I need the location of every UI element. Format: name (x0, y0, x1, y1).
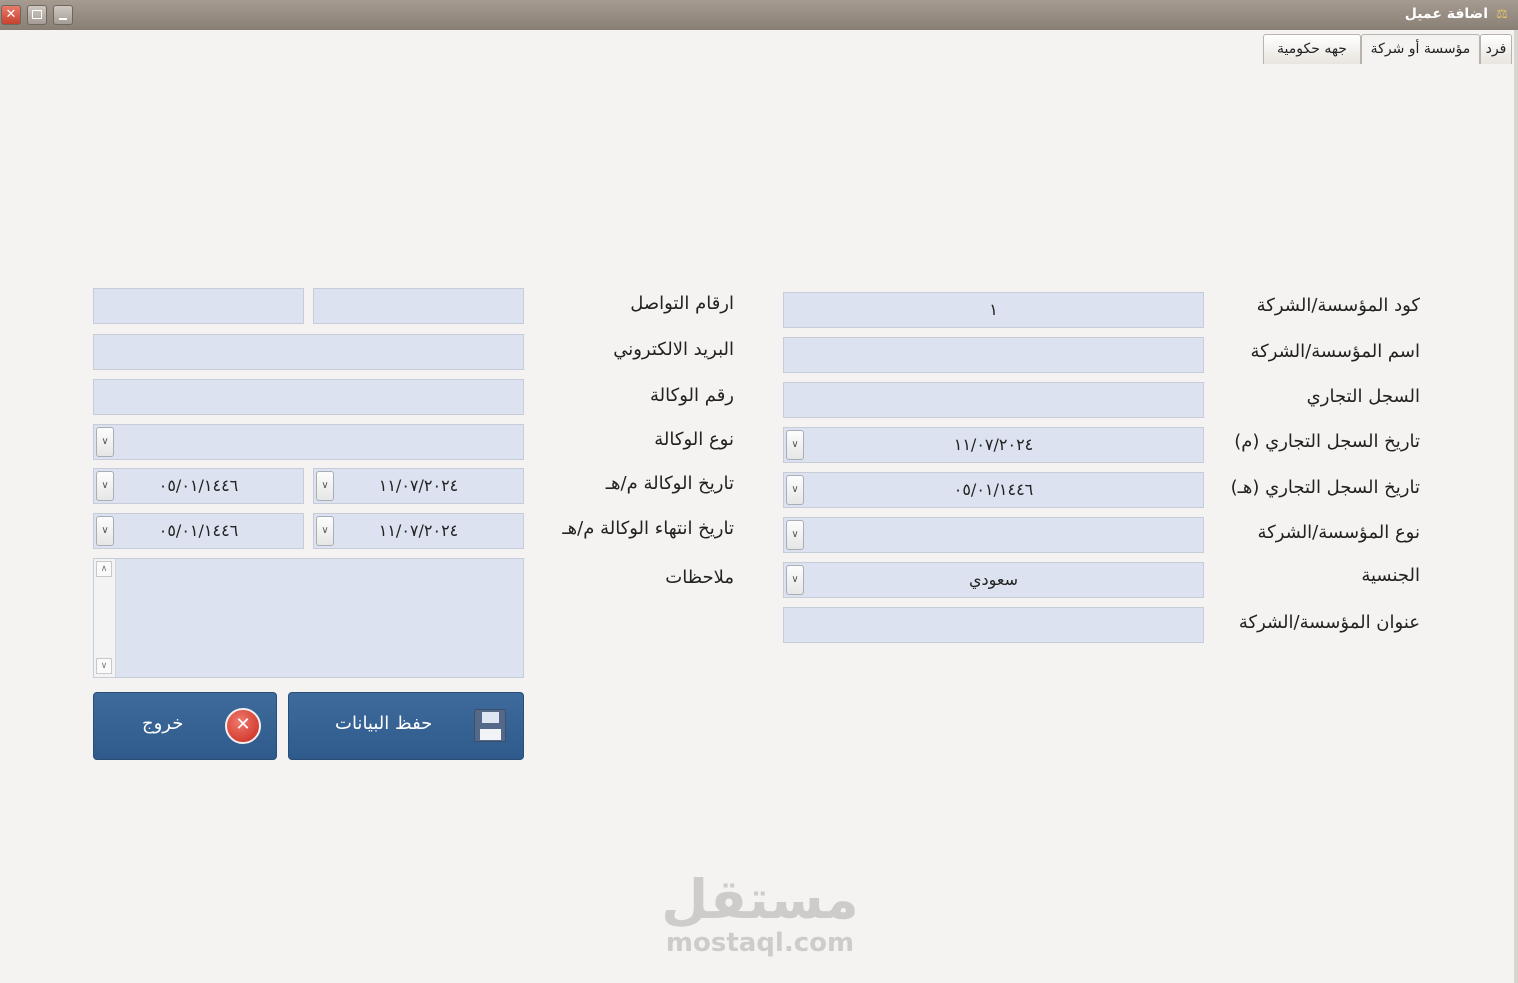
save-button-label: حفظ البيانات (335, 713, 433, 734)
company-name-field[interactable] (783, 337, 1204, 373)
contacts-label: ارقام التواصل (630, 293, 734, 314)
chevron-down-icon: ∨ (791, 439, 799, 450)
poa-end-gregorian-value: ١١/٠٧/٢٠٢٤ (378, 521, 459, 540)
email-field[interactable] (93, 334, 524, 370)
cr-date-gregorian-field[interactable]: ١١/٠٧/٢٠٢٤ (783, 427, 1204, 463)
commercial-register-field[interactable] (783, 382, 1204, 418)
company-type-dropdown[interactable]: ∨ (786, 520, 804, 550)
watermark-latin: mostaql.com (665, 928, 855, 958)
window-border (1514, 30, 1518, 983)
cr-date-gregorian-dropdown[interactable]: ∨ (786, 430, 804, 460)
exit-button[interactable]: ✕ خروج (93, 692, 277, 760)
cr-date-gregorian-label: تاريخ السجل التجاري (م) (1234, 431, 1420, 452)
close-icon: ✕ (5, 7, 17, 22)
notes-scrollbar[interactable]: ∧ ∨ (94, 559, 116, 677)
poa-end-hijri-field[interactable]: ٠٥/٠١/١٤٤٦ (93, 513, 304, 549)
chevron-down-icon: ∨ (791, 574, 799, 585)
poa-date-hijri-dropdown[interactable]: ∨ (96, 471, 114, 501)
cr-date-hijri-label: تاريخ السجل التجاري (هـ) (1230, 477, 1420, 498)
nationality-value: سعودي (968, 570, 1019, 589)
close-icon: ✕ (225, 708, 261, 744)
chevron-down-icon: ∨ (791, 529, 799, 540)
watermark: مستقل mostaql.com (640, 868, 880, 958)
notes-label: ملاحظات (665, 567, 734, 588)
company-type-label: نوع المؤسسة/الشركة (1257, 522, 1420, 543)
address-label: عنوان المؤسسة/الشركة (1238, 612, 1420, 633)
contact-number-1-field[interactable] (313, 288, 524, 324)
email-label: البريد الالكتروني (613, 339, 734, 360)
poa-end-hijri-dropdown[interactable]: ∨ (96, 516, 114, 546)
floppy-disk-icon (474, 709, 506, 742)
poa-end-gregorian-dropdown[interactable]: ∨ (316, 516, 334, 546)
poa-type-dropdown[interactable]: ∨ (96, 427, 114, 457)
poa-date-gregorian-value: ١١/٠٧/٢٠٢٤ (378, 476, 459, 495)
exit-button-label: خروج (142, 713, 184, 734)
tab-government[interactable]: جهه حكومية (1263, 34, 1361, 64)
chevron-down-icon: ∨ (321, 525, 329, 536)
code-label: كود المؤسسة/الشركة (1256, 295, 1420, 316)
poa-date-hijri-value: ٠٥/٠١/١٤٤٦ (158, 476, 239, 495)
poa-date-hijri-field[interactable]: ٠٥/٠١/١٤٤٦ (93, 468, 304, 504)
chevron-down-icon: ∨ (101, 525, 109, 536)
scroll-up-icon[interactable]: ∧ (96, 561, 112, 577)
contact-number-2-field[interactable] (93, 288, 304, 324)
poa-end-gregorian-field[interactable]: ١١/٠٧/٢٠٢٤ (313, 513, 524, 549)
save-button[interactable]: حفظ البيانات (288, 692, 524, 760)
chevron-down-icon: ∨ (101, 436, 109, 447)
cr-date-hijri-field[interactable]: ٠٥/٠١/١٤٤٦ (783, 472, 1204, 508)
maximize-icon (28, 6, 46, 24)
watermark-arabic: مستقل (661, 868, 859, 931)
poa-number-field[interactable] (93, 379, 524, 415)
cr-date-gregorian-value: ١١/٠٧/٢٠٢٤ (953, 435, 1034, 454)
chevron-down-icon: ∨ (791, 484, 799, 495)
scales-app-icon: ⚖ (1496, 7, 1508, 22)
tab-individual[interactable]: فرد (1480, 34, 1512, 64)
title-bar: ✕ اضافة عميل ⚖ (0, 0, 1518, 30)
nationality-dropdown[interactable]: ∨ (786, 565, 804, 595)
poa-type-select[interactable] (93, 424, 524, 460)
poa-type-label: نوع الوكالة (654, 429, 734, 450)
poa-date-gregorian-dropdown[interactable]: ∨ (316, 471, 334, 501)
poa-end-hijri-value: ٠٥/٠١/١٤٤٦ (158, 521, 239, 540)
poa-date-label: تاريخ الوكالة م/هـ (605, 473, 734, 494)
notes-textarea[interactable]: ∧ ∨ (93, 558, 524, 678)
code-field[interactable]: ١ (783, 292, 1204, 328)
chevron-down-icon: ∨ (101, 480, 109, 491)
commercial-register-label: السجل التجاري (1306, 386, 1420, 407)
nationality-select[interactable]: سعودي (783, 562, 1204, 598)
minimize-icon (54, 6, 72, 24)
chevron-down-icon: ∨ (321, 480, 329, 491)
cr-date-hijri-value: ٠٥/٠١/١٤٤٦ (953, 480, 1034, 499)
tab-company[interactable]: مؤسسة أو شركة (1361, 34, 1480, 64)
minimize-window-button[interactable] (53, 5, 73, 25)
maximize-window-button[interactable] (27, 5, 47, 25)
close-window-button[interactable]: ✕ (1, 5, 21, 25)
cr-date-hijri-dropdown[interactable]: ∨ (786, 475, 804, 505)
nationality-label: الجنسية (1361, 565, 1420, 586)
name-label: اسم المؤسسة/الشركة (1250, 341, 1420, 362)
window-title: اضافة عميل (1404, 6, 1488, 22)
scroll-down-icon[interactable]: ∨ (96, 658, 112, 674)
poa-date-gregorian-field[interactable]: ١١/٠٧/٢٠٢٤ (313, 468, 524, 504)
poa-end-date-label: تاريخ انتهاء الوكالة م/هـ (562, 518, 734, 539)
poa-number-label: رقم الوكالة (650, 385, 734, 406)
company-address-field[interactable] (783, 607, 1204, 643)
company-type-select[interactable] (783, 517, 1204, 553)
